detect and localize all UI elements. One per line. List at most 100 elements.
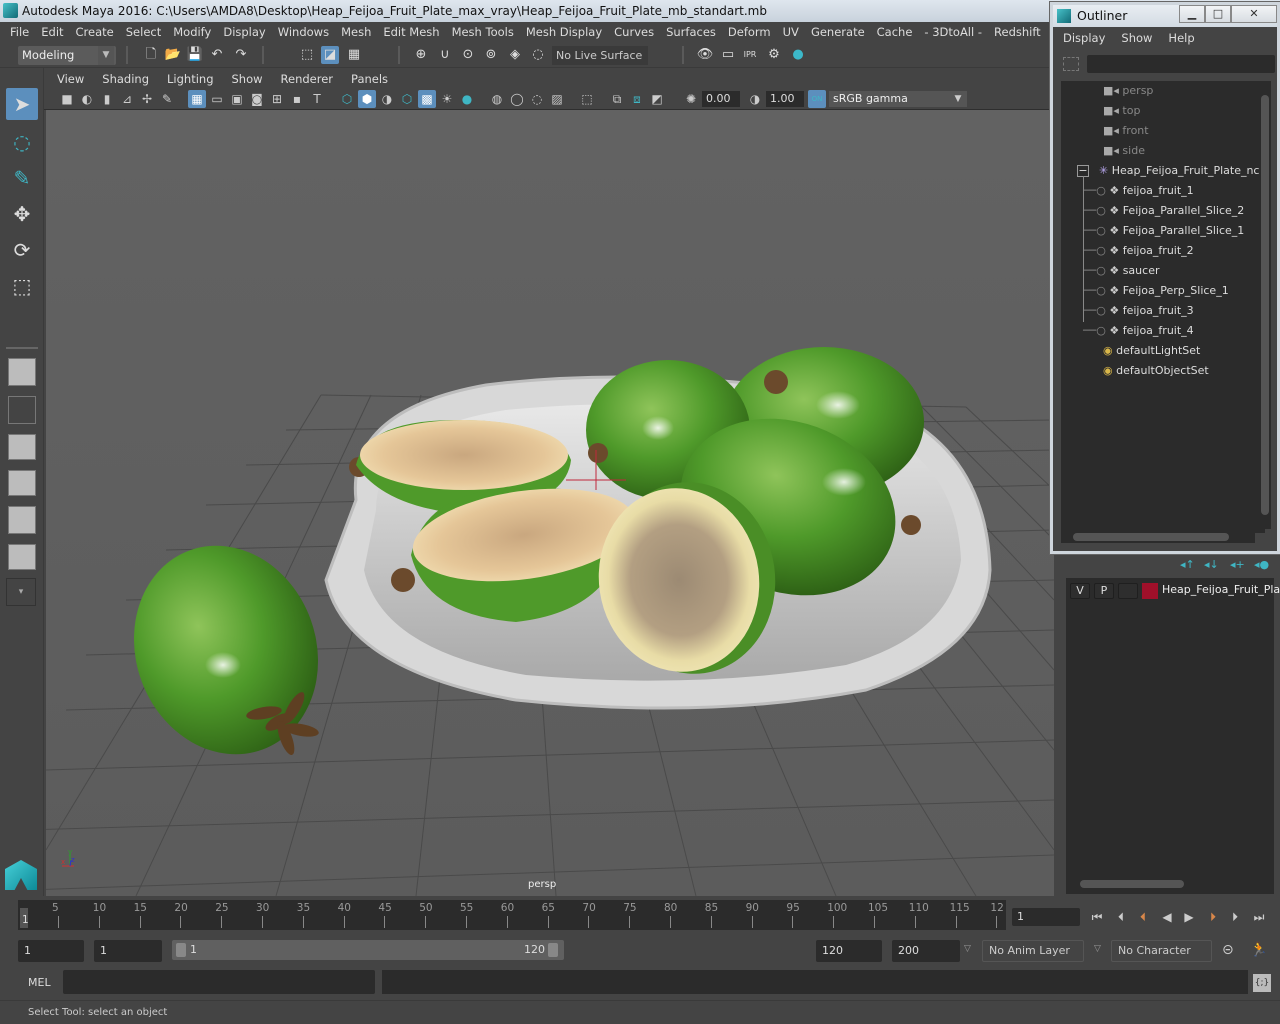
outliner-item-child[interactable]: ──○ ❖ Feijoa_Parallel_Slice_2 bbox=[1083, 201, 1244, 221]
open-scene-icon[interactable]: 📂 bbox=[164, 46, 182, 64]
outliner-item-set[interactable]: ◉ defaultLightSet bbox=[1103, 341, 1200, 361]
lasso-tool-icon[interactable]: ◌ bbox=[6, 126, 38, 158]
menu-curves[interactable]: Curves bbox=[608, 25, 660, 39]
scene-end-field[interactable]: 200 bbox=[892, 940, 960, 962]
outliner-item-persp[interactable]: ■◂ persp bbox=[1103, 81, 1153, 101]
camera-attributes-icon[interactable]: ◐ bbox=[78, 90, 96, 108]
use-all-lights-icon[interactable]: ☀ bbox=[438, 90, 456, 108]
move-layer-down-icon[interactable]: ◂↓ bbox=[1204, 558, 1219, 571]
menu-uv[interactable]: UV bbox=[777, 25, 805, 39]
outliner-item-child[interactable]: ──○ ❖ feijoa_fruit_4 bbox=[1083, 321, 1194, 341]
layer-display-type-toggle[interactable] bbox=[1118, 583, 1138, 599]
bookmark-icon[interactable]: ▮ bbox=[98, 90, 116, 108]
menu-3dtoall[interactable]: - 3DtoAll - bbox=[918, 25, 988, 39]
maximize-button[interactable]: □ bbox=[1205, 5, 1231, 23]
range-end-handle[interactable] bbox=[548, 943, 558, 957]
menu-mesh-display[interactable]: Mesh Display bbox=[520, 25, 608, 39]
isolate-select-icon[interactable]: ⬚ bbox=[578, 90, 596, 108]
play-forwards-icon[interactable]: ▶ bbox=[1180, 908, 1198, 926]
layer-color-swatch[interactable] bbox=[1142, 583, 1158, 599]
range-start-handle[interactable] bbox=[176, 943, 186, 957]
snap-together-icon[interactable]: ◌ bbox=[529, 46, 547, 64]
field-chart-icon[interactable]: ⊞ bbox=[268, 90, 286, 108]
move-layer-up-icon[interactable]: ◂↑ bbox=[1180, 558, 1195, 571]
xray-active-components-icon[interactable]: ⧈ bbox=[628, 90, 646, 108]
image-plane-icon[interactable]: ⊿ bbox=[118, 90, 136, 108]
menu-cache[interactable]: Cache bbox=[871, 25, 919, 39]
outliner-persp-layout-icon[interactable] bbox=[8, 434, 36, 460]
shadows-icon[interactable]: ● bbox=[458, 90, 476, 108]
menu-surfaces[interactable]: Surfaces bbox=[660, 25, 722, 39]
time-slider[interactable]: 1 5 10 15 20 25 30 35 40 45 50 55 60 65 70 75 80 85 90 95 1… bbox=[0, 896, 1280, 934]
outliner-search-input[interactable] bbox=[1087, 55, 1275, 73]
outliner-menu-display[interactable]: Display bbox=[1063, 31, 1105, 45]
current-frame-field[interactable]: 1 bbox=[1012, 908, 1080, 926]
paint-select-tool-icon[interactable]: ✎ bbox=[6, 162, 38, 194]
playback-start-field[interactable]: 1 bbox=[94, 940, 162, 962]
smooth-shade-icon[interactable]: ⬢ bbox=[358, 90, 376, 108]
animation-preferences-icon[interactable]: 🏃 bbox=[1250, 942, 1267, 958]
chevron-down-icon[interactable]: ▽ bbox=[964, 944, 971, 954]
outliner-menu-help[interactable]: Help bbox=[1168, 31, 1194, 45]
render-current-frame-icon[interactable]: ▭ bbox=[719, 46, 737, 64]
screen-space-ao-icon[interactable]: ◍ bbox=[488, 90, 506, 108]
render-view-icon[interactable]: 👁 bbox=[696, 46, 714, 64]
play-backwards-icon[interactable]: ◀ bbox=[1158, 908, 1176, 926]
hypershade-icon[interactable]: ● bbox=[789, 46, 807, 64]
vp-menu-panels[interactable]: Panels bbox=[342, 72, 397, 86]
hypershade-persp-layout-icon[interactable] bbox=[8, 506, 36, 534]
render-settings-icon[interactable]: ⚙ bbox=[765, 46, 783, 64]
outliner-item-child[interactable]: ──○ ❖ feijoa_fruit_1 bbox=[1083, 181, 1194, 201]
resolution-gate-icon[interactable]: ▣ bbox=[228, 90, 246, 108]
select-by-component-icon[interactable]: ▦ bbox=[345, 46, 363, 64]
command-input[interactable] bbox=[63, 970, 375, 994]
single-view-layout-icon[interactable] bbox=[8, 358, 36, 386]
menu-mesh[interactable]: Mesh bbox=[335, 25, 377, 39]
menu-display[interactable]: Display bbox=[217, 25, 271, 39]
live-surface-field[interactable]: No Live Surface bbox=[552, 46, 648, 65]
menu-generate[interactable]: Generate bbox=[805, 25, 871, 39]
layer-horizontal-scrollbar[interactable] bbox=[1072, 878, 1274, 890]
scene-start-field[interactable]: 1 bbox=[18, 940, 84, 962]
outliner-vertical-scrollbar[interactable] bbox=[1259, 81, 1271, 529]
step-back-key-icon[interactable]: ⏴ bbox=[1112, 908, 1130, 926]
menu-modify[interactable]: Modify bbox=[167, 25, 217, 39]
snap-to-grid-icon[interactable]: ⊕ bbox=[412, 46, 430, 64]
anim-layer-dropdown[interactable]: No Anim Layer bbox=[982, 940, 1084, 962]
layer-row[interactable]: V P Heap_Feijoa_Fruit_Plat bbox=[1066, 578, 1280, 604]
persp-graph-layout-icon[interactable] bbox=[8, 470, 36, 496]
view-transform-dropdown[interactable]: sRGB gamma bbox=[829, 91, 967, 107]
textured-icon[interactable]: ▩ bbox=[418, 90, 436, 108]
command-language-label[interactable]: MEL bbox=[28, 976, 51, 989]
menu-windows[interactable]: Windows bbox=[272, 25, 335, 39]
more-layouts-button[interactable]: ▾ bbox=[6, 578, 36, 606]
gamma-icon[interactable]: ◑ bbox=[746, 90, 764, 108]
film-gate-icon[interactable]: ▭ bbox=[208, 90, 226, 108]
layer-name[interactable]: Heap_Feijoa_Fruit_Plat bbox=[1162, 583, 1280, 596]
motion-blur-icon[interactable]: ◯ bbox=[508, 90, 526, 108]
chevron-down-icon[interactable]: ▽ bbox=[1094, 944, 1101, 954]
select-by-hierarchy-icon[interactable]: ⬚ bbox=[298, 46, 316, 64]
vp-menu-shading[interactable]: Shading bbox=[93, 72, 158, 86]
range-slider[interactable]: 1 120 bbox=[172, 940, 564, 960]
outliner-item-top[interactable]: ■◂ top bbox=[1103, 101, 1140, 121]
outliner-item-front[interactable]: ■◂ front bbox=[1103, 121, 1149, 141]
safe-action-icon[interactable]: ▪ bbox=[288, 90, 306, 108]
outliner-item-side[interactable]: ■◂ side bbox=[1103, 141, 1145, 161]
outliner-menu-show[interactable]: Show bbox=[1121, 31, 1152, 45]
vp-menu-renderer[interactable]: Renderer bbox=[272, 72, 343, 86]
feijoa-fruit-1[interactable] bbox=[105, 520, 347, 781]
outliner-item-set[interactable]: ◉ defaultObjectSet bbox=[1103, 361, 1209, 381]
wireframe-icon[interactable]: ⬡ bbox=[338, 90, 356, 108]
wireframe-on-shaded-icon[interactable]: ◑ bbox=[378, 90, 396, 108]
outliner-item-child[interactable]: ──○ ❖ feijoa_fruit_3 bbox=[1083, 301, 1194, 321]
3d-viewport[interactable]: x y z persp bbox=[46, 110, 1054, 896]
close-button[interactable]: ✕ bbox=[1231, 5, 1277, 23]
menu-redshift[interactable]: Redshift bbox=[988, 25, 1047, 39]
snap-to-curve-icon[interactable]: ∪ bbox=[436, 46, 454, 64]
persp-graph-outliner-layout-icon[interactable] bbox=[8, 544, 36, 570]
xray-icon[interactable]: ⬡ bbox=[398, 90, 416, 108]
time-ruler[interactable]: 1 5 10 15 20 25 30 35 40 45 50 55 60 65 70 75 80 85 90 95 1… bbox=[18, 900, 1006, 930]
vp-menu-show[interactable]: Show bbox=[223, 72, 272, 86]
backface-culling-icon[interactable]: ◩ bbox=[648, 90, 666, 108]
